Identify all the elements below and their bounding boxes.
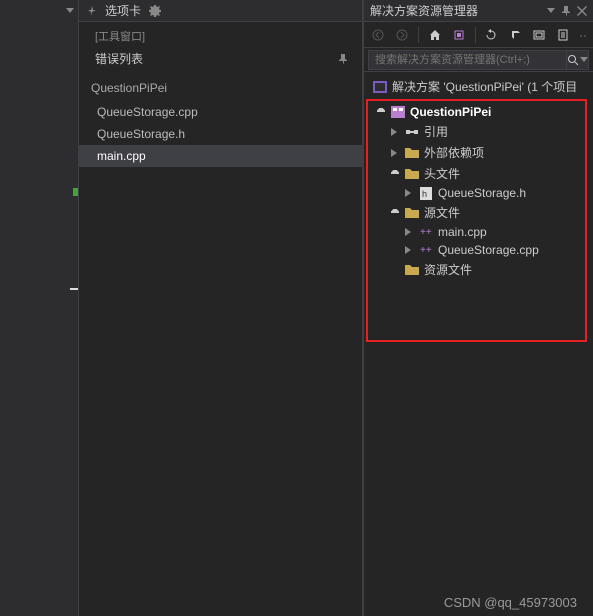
solution-toolbar: ·· [364,22,593,48]
pin-icon[interactable] [338,54,348,64]
resources-label: 资源文件 [424,261,472,278]
collapse-arrow-icon[interactable] [404,189,414,197]
solution-root-label: 解决方案 'QuestionPiPei' (1 个项目 [392,78,577,95]
expand-arrow-icon[interactable] [390,209,400,217]
dropdown-icon[interactable] [547,8,555,13]
show-all-icon[interactable] [531,27,547,43]
header-file-name: QueueStorage.h [438,186,526,200]
solution-header: 解决方案资源管理器 [364,0,593,22]
back-icon[interactable] [370,27,386,43]
error-list-item[interactable]: 错误列表 [79,46,362,73]
expand-arrow-icon[interactable] [376,108,386,116]
sync-icon[interactable] [507,27,523,43]
resources-folder[interactable]: 资源文件 [368,259,585,280]
svg-text:++: ++ [420,227,432,238]
dropdown-icon[interactable] [66,8,74,13]
solution-panel-title: 解决方案资源管理器 [370,2,478,19]
file-item[interactable]: QueueStorage.h [79,123,362,145]
h-file-icon: h [418,186,434,200]
properties-icon[interactable] [555,27,571,43]
file-item[interactable]: QueueStorage.cpp [79,101,362,123]
solution-explorer: 解决方案资源管理器 ·· [363,0,593,616]
source-file-node[interactable]: ++ main.cpp [368,223,585,241]
header-file-node[interactable]: h QueueStorage.h [368,184,585,202]
tool-window-label: [工具窗口] [79,22,362,46]
headers-label: 头文件 [424,165,460,182]
error-list-label: 错误列表 [95,50,143,67]
document-well: 选项卡 [工具窗口] 错误列表 QuestionPiPei QueueStora… [78,0,363,616]
solution-search-row [364,48,593,72]
collapse-arrow-icon[interactable] [404,228,414,236]
forward-icon[interactable] [394,27,410,43]
close-icon[interactable] [577,6,587,16]
solution-tree: 解决方案 'QuestionPiPei' (1 个项目 QuestionPiPe… [364,72,593,616]
headers-folder[interactable]: 头文件 [368,163,585,184]
watermark: CSDN @qq_45973003 [444,595,577,610]
collapse-arrow-icon[interactable] [404,246,414,254]
folder-icon [404,167,420,181]
folder-icon [404,206,420,220]
left-gutter [0,0,78,616]
folder-icon [404,146,420,160]
svg-text:++: ++ [420,245,432,256]
open-files-list: QuestionPiPei QueueStorage.cpp QueueStor… [79,73,362,167]
references-label: 引用 [424,123,448,140]
pin-icon[interactable] [561,6,571,16]
references-icon [404,125,420,139]
external-deps-label: 外部依赖项 [424,144,484,161]
folder-icon [404,263,420,277]
collapse-arrow-icon[interactable] [390,128,400,136]
pin-icon[interactable] [87,6,97,16]
solution-root[interactable]: 解决方案 'QuestionPiPei' (1 个项目 [364,76,593,99]
source-file-node[interactable]: ++ QueueStorage.cpp [368,241,585,259]
source-file-name: QueueStorage.cpp [438,243,539,257]
project-icon [390,105,406,119]
file-item[interactable]: main.cpp [79,145,362,167]
tabs-title: 选项卡 [105,2,141,19]
references-node[interactable]: 引用 [368,121,585,142]
refresh-icon[interactable] [484,27,500,43]
cpp-file-icon: ++ [418,225,434,239]
gear-icon[interactable] [149,5,161,17]
project-node[interactable]: QuestionPiPei [368,103,585,121]
solution-search-input[interactable] [368,50,567,70]
sources-folder[interactable]: 源文件 [368,202,585,223]
highlighted-project-box: QuestionPiPei 引用 外部依赖项 [366,99,587,342]
sources-label: 源文件 [424,204,460,221]
search-button[interactable] [567,50,589,70]
tabs-header: 选项卡 [79,0,362,22]
cpp-file-icon: ++ [418,243,434,257]
svg-text:h: h [422,189,427,199]
scope-icon[interactable] [451,27,467,43]
file-group-title: QuestionPiPei [79,77,362,101]
source-file-name: main.cpp [438,225,487,239]
expand-arrow-icon[interactable] [390,170,400,178]
solution-icon [372,80,388,94]
overflow-icon[interactable]: ·· [579,28,587,42]
external-deps-node[interactable]: 外部依赖项 [368,142,585,163]
collapse-arrow-icon[interactable] [390,149,400,157]
project-name: QuestionPiPei [410,105,491,119]
home-icon[interactable] [427,27,443,43]
